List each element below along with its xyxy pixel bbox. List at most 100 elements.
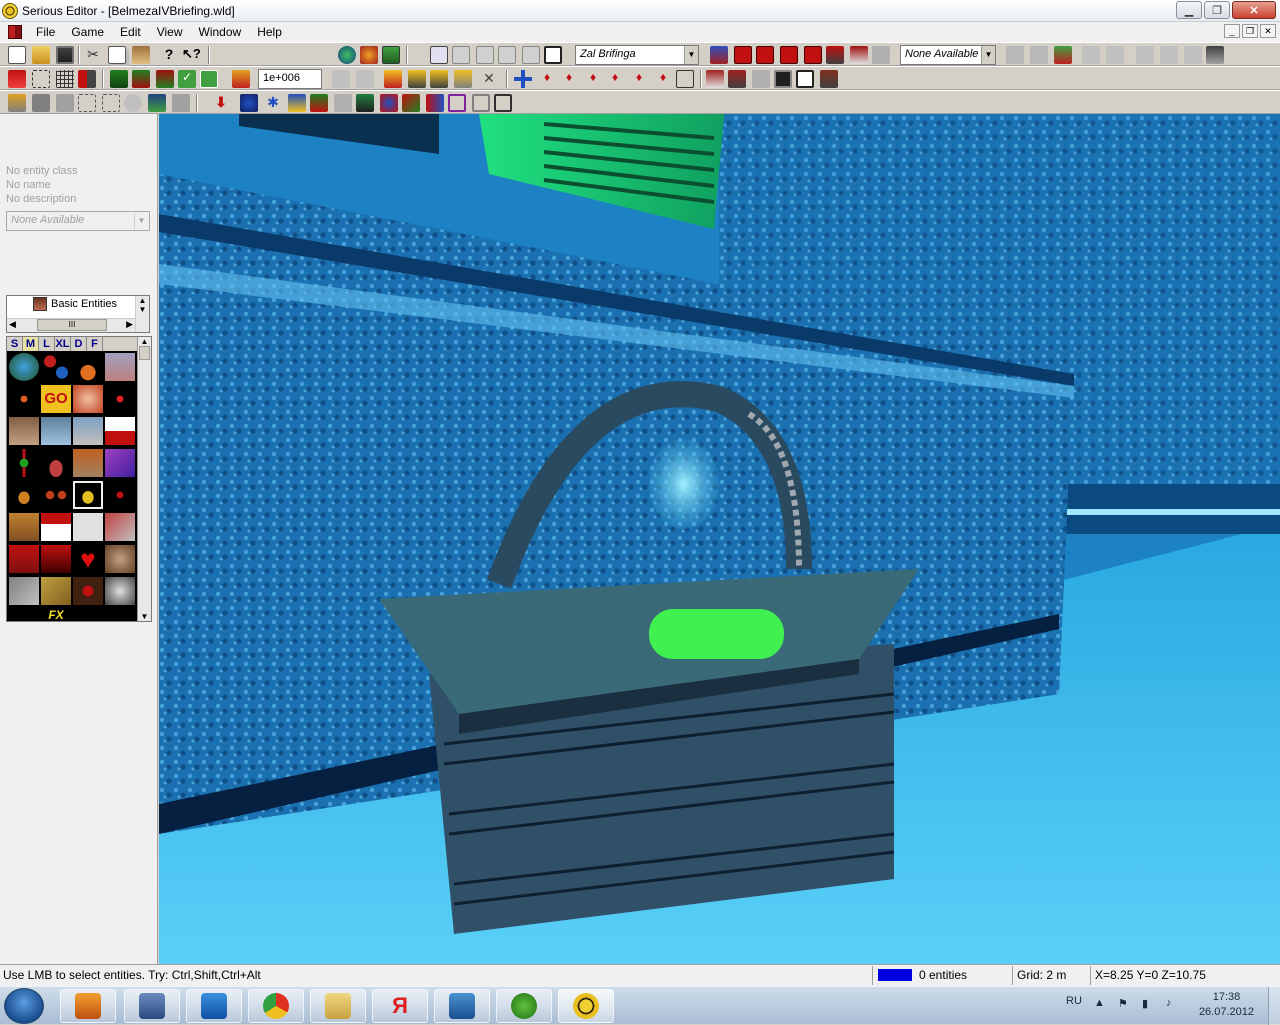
tree-vertical-scrollbar[interactable]: ▲ ▼	[135, 296, 149, 332]
menu-file[interactable]: File	[28, 25, 63, 39]
vertex-icon[interactable]	[8, 94, 26, 112]
sound-emitter-icon[interactable]	[105, 481, 135, 509]
mdi-close-button[interactable]: ✕	[1260, 24, 1276, 38]
camera-marker-icon[interactable]	[105, 353, 135, 381]
3d-viewport[interactable]	[159, 114, 1280, 964]
skull-icon[interactable]	[105, 545, 135, 573]
bell-icon[interactable]	[73, 481, 103, 509]
grid-toggle-icon[interactable]	[78, 70, 96, 88]
section-2-icon[interactable]	[1106, 46, 1124, 64]
volume-icon[interactable]: ♪	[1166, 997, 1180, 1011]
view-left-icon[interactable]	[476, 46, 494, 64]
trigger-go-icon[interactable]: GO	[41, 385, 71, 413]
taskbar-app-serious-editor[interactable]	[558, 989, 614, 1023]
document-icon[interactable]	[8, 25, 22, 39]
arrow-down-icon[interactable]: ⬇	[212, 94, 230, 112]
palette-tab-m[interactable]: M	[23, 337, 39, 351]
world-base-icon[interactable]	[9, 353, 39, 381]
chevron-down-icon[interactable]: ▼	[134, 213, 148, 229]
sector-icon[interactable]	[78, 94, 96, 112]
tool-2-icon[interactable]	[728, 70, 746, 88]
entity-7-icon[interactable]	[380, 94, 398, 112]
palette-tab-s[interactable]: S	[7, 337, 23, 351]
section-5-icon[interactable]	[1184, 46, 1202, 64]
title-bar[interactable]: Serious Editor - [BelmezaIVBriefing.wld]…	[0, 0, 1280, 22]
entity-8-icon[interactable]	[402, 94, 420, 112]
language-indicator[interactable]: RU	[1066, 995, 1082, 1007]
csg-join-icon[interactable]	[200, 70, 218, 88]
player-start-icon[interactable]	[73, 353, 103, 381]
crystal-icon[interactable]	[105, 449, 135, 477]
rocket-icon[interactable]	[41, 577, 71, 605]
chevron-down-icon[interactable]: ▼	[684, 46, 698, 64]
haze-icon[interactable]	[9, 385, 39, 413]
screenshot-icon[interactable]	[796, 70, 814, 88]
help-icon[interactable]: ?	[160, 46, 178, 64]
scroll-left-icon[interactable]: ◀	[9, 319, 16, 330]
brush-red-4-icon[interactable]	[804, 46, 822, 64]
particles-icon[interactable]	[105, 577, 135, 605]
csg-intersect-icon[interactable]	[156, 70, 174, 88]
csg-add-icon[interactable]	[110, 70, 128, 88]
brush-select-icon[interactable]	[102, 94, 120, 112]
scene-render[interactable]	[159, 114, 1280, 964]
taskbar-app-mail[interactable]	[434, 989, 490, 1023]
brush-red-6-icon[interactable]	[850, 46, 868, 64]
delete-icon[interactable]: ✕	[480, 70, 498, 88]
csg-split-icon[interactable]: ✓	[178, 70, 196, 88]
terrain-tile-1-icon[interactable]	[9, 417, 39, 445]
taskbar-app-media-player[interactable]	[60, 989, 116, 1023]
terrain-icon[interactable]	[148, 94, 166, 112]
stand-icon[interactable]	[820, 70, 838, 88]
effect-fx-icon[interactable]: FX	[41, 607, 71, 621]
brush-red-2-icon[interactable]	[756, 46, 774, 64]
marker-6-icon[interactable]: ♦	[654, 70, 672, 88]
view-front-icon[interactable]	[430, 46, 448, 64]
weapon-item-icon[interactable]	[105, 513, 135, 541]
menu-help[interactable]: Help	[249, 25, 290, 39]
save-icon[interactable]	[56, 46, 74, 64]
primitive-icon[interactable]	[232, 70, 250, 88]
headphones-icon[interactable]	[41, 481, 71, 509]
copy-icon[interactable]	[108, 46, 126, 64]
center-icon[interactable]	[514, 70, 532, 88]
ammo-pack-icon[interactable]	[41, 545, 71, 573]
edge-icon[interactable]	[32, 94, 50, 112]
entity-12-icon[interactable]	[494, 94, 512, 112]
entity-property-combo[interactable]: None Available ▼	[6, 211, 150, 231]
network-icon[interactable]: ▮	[1142, 997, 1156, 1011]
light-3-icon[interactable]	[430, 70, 448, 88]
marker-3-icon[interactable]: ♦	[584, 70, 602, 88]
model-icon[interactable]	[172, 94, 190, 112]
grid-icon[interactable]	[56, 70, 74, 88]
serious-editor-app-icon[interactable]	[2, 2, 18, 19]
view-back-icon[interactable]	[452, 46, 470, 64]
show-desktop-button[interactable]	[1268, 987, 1280, 1025]
menu-view[interactable]: View	[149, 25, 191, 39]
guitar-icon[interactable]	[9, 481, 39, 509]
entity-11-icon[interactable]	[472, 94, 490, 112]
mdi-minimize-button[interactable]: _	[1224, 24, 1240, 38]
brush-red-3-icon[interactable]	[780, 46, 798, 64]
marker-4-icon[interactable]: ♦	[606, 70, 624, 88]
palette-scrollbar[interactable]: ▲ ▼	[137, 337, 151, 621]
tool-1-icon[interactable]	[706, 70, 724, 88]
context-help-icon[interactable]: ↖?	[182, 46, 201, 64]
palette-tab-xl[interactable]: XL	[55, 337, 71, 351]
section-1-icon[interactable]	[1082, 46, 1100, 64]
marker-5-icon[interactable]: ♦	[630, 70, 648, 88]
taskbar-app-chrome[interactable]	[248, 989, 304, 1023]
palette-scroll-thumb[interactable]	[139, 346, 150, 360]
cone-icon[interactable]	[41, 449, 71, 477]
menu-edit[interactable]: Edit	[112, 25, 149, 39]
taskbar-app-yandex-browser[interactable]: Я	[372, 989, 428, 1023]
section-4-icon[interactable]	[1160, 46, 1178, 64]
maximize-button[interactable]: ❐	[1204, 1, 1230, 19]
brush-gray-icon[interactable]	[872, 46, 890, 64]
scroll-down-icon[interactable]: ▼	[138, 612, 151, 621]
tree-horizontal-scrollbar[interactable]: ◀ III ▶	[7, 318, 135, 332]
select-icon[interactable]	[8, 70, 26, 88]
mine-icon[interactable]	[73, 577, 103, 605]
tree-scroll-thumb[interactable]: III	[37, 319, 107, 331]
terrain-tile-3-icon[interactable]	[73, 417, 103, 445]
